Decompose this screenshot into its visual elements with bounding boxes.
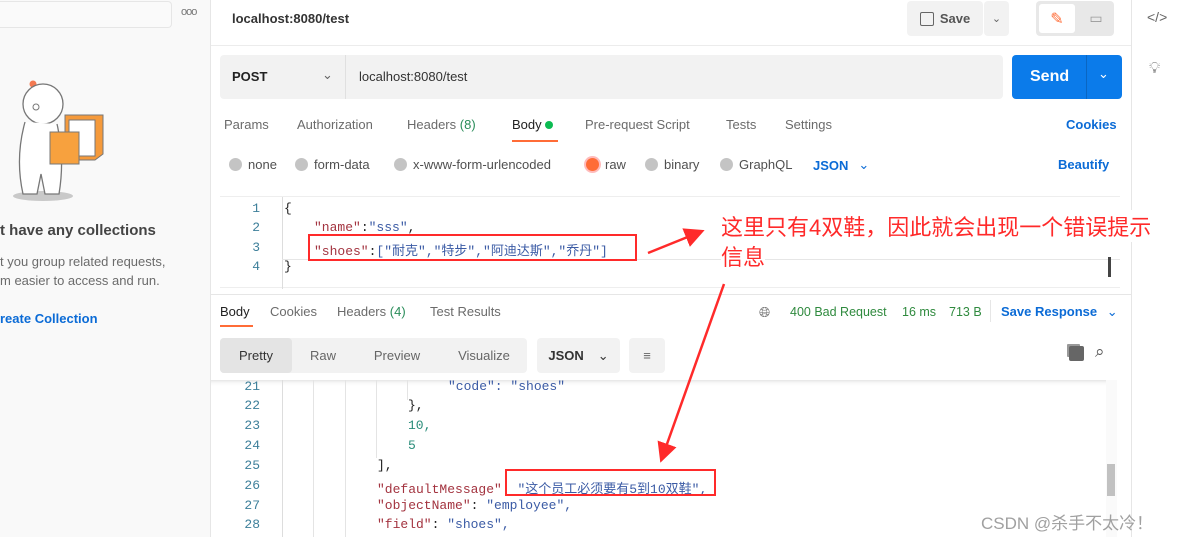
send-dropdown-chevron-icon[interactable]: ⌄ (1098, 66, 1109, 82)
cookies-link[interactable]: Cookies (1066, 117, 1117, 132)
empty-title: t have any collections (0, 222, 156, 239)
watermark: CSDN @杀手不太冷！ (981, 514, 1154, 533)
sidebar: ooo t have any collections t you group r… (0, 0, 211, 537)
code-line: ], (377, 458, 393, 473)
view-visualize[interactable]: Visualize (446, 338, 522, 373)
more-icon[interactable]: ooo (181, 6, 197, 18)
globe-icon[interactable]: 🌐︎ (759, 304, 770, 321)
request-header: localhost:8080/test Save ⌄ ✎ ▭ (211, 0, 1131, 46)
chevron-down-icon: ⌄ (858, 157, 870, 172)
view-pretty[interactable]: Pretty (220, 338, 292, 373)
beautify-button[interactable]: Beautify (1058, 157, 1109, 172)
body-format-select[interactable]: JSON ⌄ (813, 157, 869, 173)
view-raw[interactable]: Raw (296, 338, 350, 373)
radio-binary[interactable]: binary (645, 157, 699, 172)
send-button[interactable]: Send ⌄ (1012, 55, 1122, 99)
right-sidebar: </> 💡︎ (1131, 0, 1180, 537)
editor-scrollbar[interactable] (1108, 257, 1111, 277)
response-tab-headers[interactable]: Headers (4) (337, 304, 406, 319)
line-number: 2 (252, 220, 260, 235)
line-number: 25 (244, 458, 260, 473)
empty-collections-illustration (13, 80, 104, 201)
line-number: 27 (244, 498, 260, 513)
search-icon[interactable]: ⌕ (1095, 342, 1105, 362)
mode-toggle: ✎ ▭ (1036, 1, 1114, 36)
create-collection-link[interactable]: reate Collection (0, 311, 98, 326)
empty-desc-2: m easier to access and run. (0, 273, 160, 288)
radio-none[interactable]: none (229, 157, 277, 172)
line-number: 4 (252, 259, 260, 274)
radio-graphql[interactable]: GraphQL (720, 157, 792, 172)
radio-x-www-form-urlencoded[interactable]: x-www-form-urlencoded (394, 157, 551, 172)
active-tab-indicator (512, 140, 558, 142)
wrap-lines-icon[interactable]: ≡ (629, 338, 665, 373)
code-icon[interactable]: </> (1147, 9, 1167, 25)
save-icon (919, 11, 934, 26)
tab-headers[interactable]: Headers (8) (407, 117, 476, 132)
line-number: 21 (244, 379, 260, 394)
code-line: "code": "shoes" (448, 379, 566, 394)
annotation-box-response (505, 469, 716, 496)
line-number: 3 (252, 240, 260, 255)
request-title[interactable]: localhost:8080/test (232, 11, 349, 26)
line-number: 1 (252, 201, 260, 216)
method-select[interactable]: POST ⌄ (220, 55, 346, 99)
view-mode-tabs: Pretty Raw Preview Visualize (220, 338, 527, 373)
active-tab-indicator (220, 325, 253, 327)
radio-raw[interactable]: raw (586, 157, 626, 172)
code-line: "name":"sss", (314, 220, 416, 235)
tab-body[interactable]: Body (512, 117, 554, 132)
view-preview[interactable]: Preview (360, 338, 434, 373)
annotation-text: 这里只有4双鞋，因此就会出现一个错误提示 (721, 210, 1152, 242)
response-time[interactable]: 16 ms (902, 305, 936, 319)
response-tab-cookies[interactable]: Cookies (270, 304, 317, 319)
empty-desc: t you group related requests, (0, 254, 166, 269)
sidebar-search-input[interactable] (0, 1, 172, 28)
tab-pre-request-script[interactable]: Pre-request Script (585, 117, 690, 132)
chevron-down-icon: ⌄ (597, 347, 609, 363)
url-bar: POST ⌄ localhost:8080/test (220, 55, 1003, 99)
status-code[interactable]: 400 Bad Request (790, 305, 887, 319)
code-line: "field": "shoes", (377, 517, 510, 532)
tab-authorization[interactable]: Authorization (297, 117, 373, 132)
line-number: 26 (244, 478, 260, 493)
code-line: { (284, 201, 292, 216)
chevron-down-icon: ⌄ (322, 67, 333, 82)
response-tab-body[interactable]: Body (220, 304, 250, 319)
tab-tests[interactable]: Tests (726, 117, 756, 132)
response-format-select[interactable]: JSON ⌄ (537, 338, 620, 373)
line-number: 23 (244, 418, 260, 433)
line-number: 24 (244, 438, 260, 453)
code-line: }, (408, 398, 424, 413)
comment-icon[interactable]: ▭ (1080, 4, 1112, 33)
save-button[interactable]: Save (907, 1, 983, 36)
code-line: } (284, 259, 292, 274)
save-dropdown-chevron-icon[interactable]: ⌄ (984, 1, 1009, 36)
copy-icon[interactable] (1069, 346, 1084, 361)
code-line: 5 (408, 438, 416, 453)
url-input[interactable]: localhost:8080/test (359, 69, 467, 84)
save-response-button[interactable]: Save Response ⌄ (1001, 304, 1118, 320)
annotation-text-2: 信息 (721, 240, 766, 272)
tab-settings[interactable]: Settings (785, 117, 832, 132)
annotation-box-request (308, 234, 637, 261)
pencil-icon[interactable]: ✎ (1039, 4, 1075, 33)
line-number: 22 (244, 398, 260, 413)
chevron-down-icon: ⌄ (1106, 304, 1118, 319)
line-number: 28 (244, 517, 260, 532)
code-line: 10, (408, 418, 432, 433)
code-line: "objectName": "employee", (377, 498, 573, 513)
response-tab-test-results[interactable]: Test Results (430, 304, 501, 319)
lightbulb-icon[interactable]: 💡︎ (1149, 60, 1160, 78)
tab-params[interactable]: Params (224, 117, 269, 132)
radio-form-data[interactable]: form-data (295, 157, 370, 172)
modified-dot-icon (545, 121, 554, 129)
response-size[interactable]: 713 B (949, 305, 982, 319)
